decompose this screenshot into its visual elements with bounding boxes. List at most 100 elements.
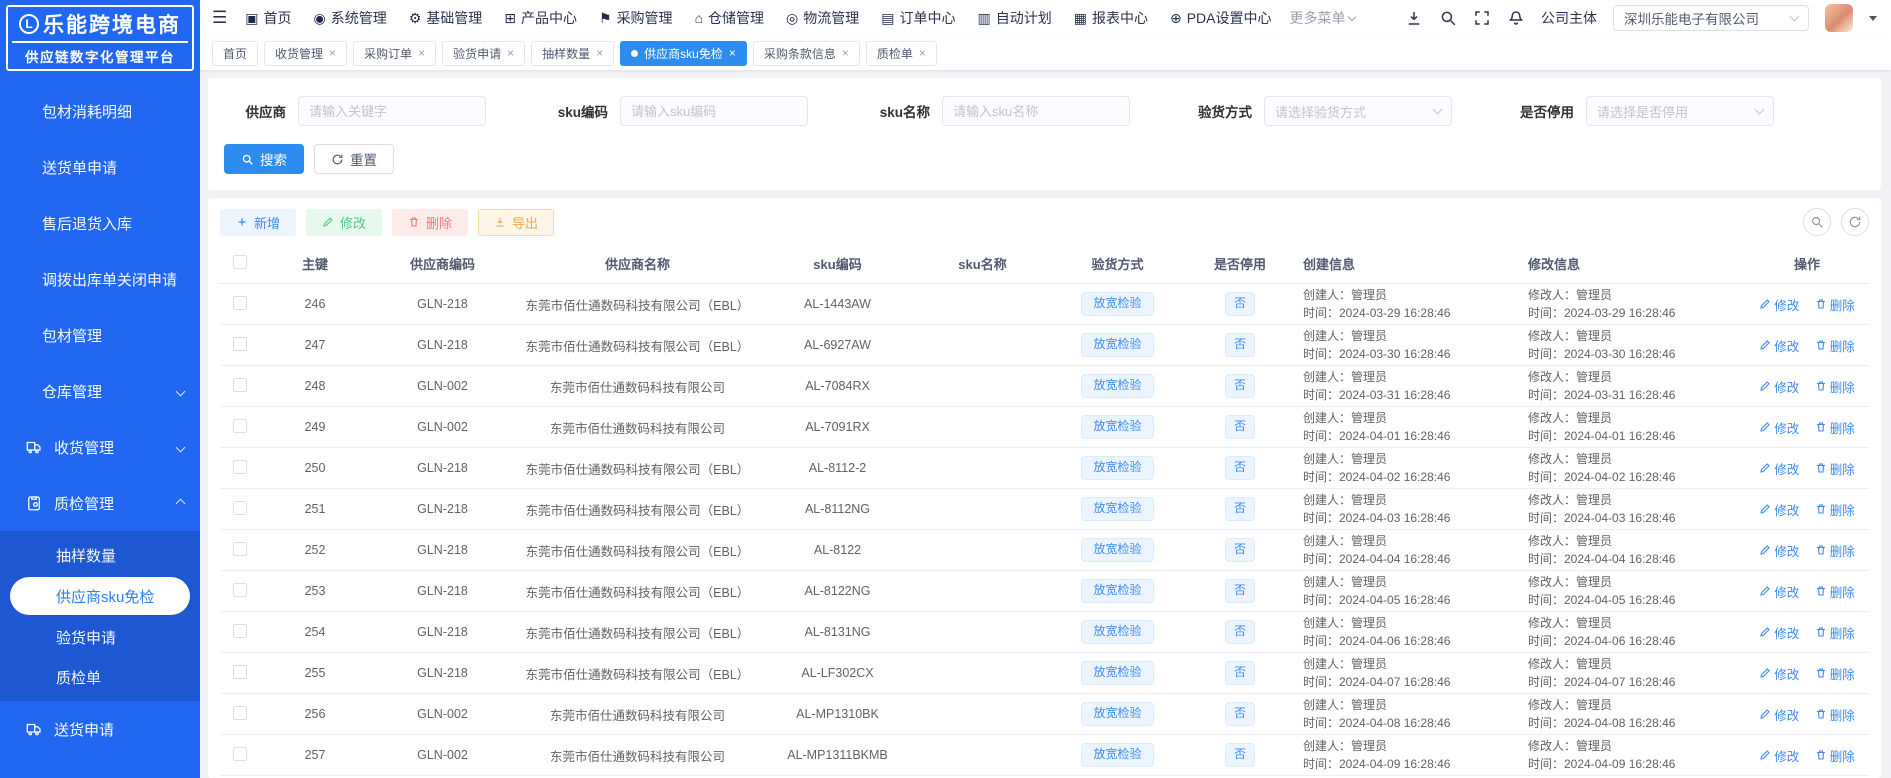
row-edit-link[interactable]: 修改	[1759, 377, 1799, 396]
row-delete-link[interactable]: 删除	[1815, 336, 1855, 355]
tab[interactable]: 收货管理 ×	[264, 40, 348, 66]
topbar-menu-item[interactable]: ⚑ 采购管理	[599, 8, 673, 28]
row-checkbox[interactable]	[233, 500, 247, 515]
row-checkbox[interactable]	[233, 295, 247, 310]
filter-input[interactable]	[298, 96, 486, 126]
download-icon[interactable]	[1405, 9, 1423, 27]
tab[interactable]: 抽样数量 ×	[531, 40, 615, 66]
search-icon[interactable]	[1439, 9, 1457, 27]
filter-input[interactable]	[620, 96, 808, 126]
row-checkbox[interactable]	[233, 459, 247, 474]
sidebar-item-收货管理[interactable]: 收货管理	[0, 419, 200, 475]
row-checkbox[interactable]	[233, 623, 247, 638]
bell-icon[interactable]	[1507, 9, 1525, 27]
refresh-table-button[interactable]	[1841, 208, 1869, 236]
sidebar-subitem-质检单[interactable]: 质检单	[0, 657, 200, 697]
topbar-menu-item[interactable]: ◉ 系统管理	[313, 8, 386, 28]
edit-button[interactable]: 修改	[306, 208, 383, 236]
sidebar-subitem-验货申请[interactable]: 验货申请	[0, 617, 200, 657]
topbar-menu-item[interactable]: ⚙ 基础管理	[409, 8, 483, 28]
topbar-menu-item[interactable]: ▣ 首页	[245, 8, 291, 28]
row-checkbox[interactable]	[233, 336, 247, 351]
row-checkbox[interactable]	[233, 541, 247, 556]
tab[interactable]: 首页	[212, 40, 259, 66]
row-edit-link[interactable]: 修改	[1759, 705, 1799, 724]
tab[interactable]: 采购条款信息 ×	[752, 40, 860, 66]
sidebar-item-上架管理[interactable]: 上架管理	[0, 757, 200, 778]
avatar[interactable]	[1825, 4, 1853, 32]
add-button[interactable]: 新增	[220, 208, 297, 236]
row-delete-link[interactable]: 删除	[1815, 541, 1855, 560]
row-edit-link[interactable]: 修改	[1759, 746, 1799, 765]
topbar-menu-item[interactable]: ▦ 报表中心	[1074, 8, 1148, 28]
row-checkbox[interactable]	[233, 664, 247, 679]
column-search-button[interactable]	[1803, 208, 1831, 236]
tab[interactable]: 质检单 ×	[865, 40, 937, 66]
row-edit-link[interactable]: 修改	[1759, 664, 1799, 683]
row-checkbox[interactable]	[233, 705, 247, 720]
row-edit-link[interactable]: 修改	[1759, 336, 1799, 355]
row-checkbox[interactable]	[233, 582, 247, 597]
row-edit-link[interactable]: 修改	[1759, 623, 1799, 642]
sidebar-item-质检管理[interactable]: 质检管理	[0, 475, 200, 531]
row-delete-link[interactable]: 删除	[1815, 623, 1855, 642]
row-delete-link[interactable]: 删除	[1815, 582, 1855, 601]
row-edit-link[interactable]: 修改	[1759, 500, 1799, 519]
reset-button[interactable]: 重置	[314, 144, 394, 174]
topbar-menu-item[interactable]: ◎ 物流管理	[786, 8, 859, 28]
sidebar-item-包材消耗明细[interactable]: 包材消耗明细	[0, 83, 200, 139]
row-checkbox[interactable]	[233, 418, 247, 433]
row-delete-link[interactable]: 删除	[1815, 295, 1855, 314]
tab-close-icon[interactable]: ×	[729, 47, 736, 59]
row-edit-link[interactable]: 修改	[1759, 418, 1799, 437]
search-button[interactable]: 搜索	[224, 144, 304, 174]
row-delete-link[interactable]: 删除	[1815, 377, 1855, 396]
filter-select[interactable]: 请选择验货方式	[1264, 96, 1452, 126]
sidebar-collapse-icon[interactable]: ☰	[212, 8, 227, 28]
sidebar-item-售后退货入库[interactable]: 售后退货入库	[0, 195, 200, 251]
tab-close-icon[interactable]: ×	[329, 47, 336, 59]
row-checkbox[interactable]	[233, 746, 247, 761]
tab[interactable]: 采购订单 ×	[353, 40, 437, 66]
row-delete-link[interactable]: 删除	[1815, 459, 1855, 478]
export-button[interactable]: 导出	[478, 208, 555, 236]
sidebar-subitem-供应商sku免检[interactable]: 供应商sku免检	[10, 577, 190, 615]
sidebar-item-调拨出库单关闭申请[interactable]: 调拨出库单关闭申请	[0, 251, 200, 307]
row-edit-link[interactable]: 修改	[1759, 582, 1799, 601]
row-checkbox[interactable]	[233, 377, 247, 392]
avatar-caret-icon[interactable]	[1869, 15, 1877, 21]
tab-close-icon[interactable]: ×	[919, 47, 926, 59]
topbar-menu-item[interactable]: ▥ 自动计划	[977, 8, 1051, 28]
sidebar-item-仓库管理[interactable]: 仓库管理	[0, 363, 200, 419]
sidebar-subitem-抽样数量[interactable]: 抽样数量	[0, 535, 200, 575]
tab-close-icon[interactable]: ×	[507, 47, 514, 59]
topbar-menu-item[interactable]: ⊞ 产品中心	[504, 8, 577, 28]
sidebar-item-送货单申请[interactable]: 送货单申请	[0, 139, 200, 195]
tab[interactable]: 验货申请 ×	[442, 40, 526, 66]
row-delete-link[interactable]: 删除	[1815, 500, 1855, 519]
sidebar-item-包材管理[interactable]: 包材管理	[0, 307, 200, 363]
topbar-menu-item[interactable]: ▤ 订单中心	[881, 8, 955, 28]
topbar-menu-item[interactable]: ⊕ PDA设置中心	[1170, 8, 1272, 28]
filter-select[interactable]: 请选择是否停用	[1586, 96, 1774, 126]
row-edit-link[interactable]: 修改	[1759, 295, 1799, 314]
tab-close-icon[interactable]: ×	[418, 47, 425, 59]
tab-close-icon[interactable]: ×	[596, 47, 603, 59]
filter-input[interactable]	[942, 96, 1130, 126]
row-delete-link[interactable]: 删除	[1815, 664, 1855, 683]
tab[interactable]: 供应商sku免检 ×	[620, 40, 747, 66]
row-delete-link[interactable]: 删除	[1815, 705, 1855, 724]
row-edit-link[interactable]: 修改	[1759, 541, 1799, 560]
row-delete-link[interactable]: 删除	[1815, 418, 1855, 437]
select-all-checkbox[interactable]	[233, 255, 247, 269]
tab-close-icon[interactable]: ×	[842, 47, 849, 59]
row-edit-link[interactable]: 修改	[1759, 459, 1799, 478]
topbar-menu-item[interactable]: ⌂ 仓储管理	[695, 8, 764, 28]
sidebar-item-label: 包材消耗明细	[42, 103, 133, 121]
company-select[interactable]: 深圳乐能电子有限公司	[1613, 5, 1809, 31]
delete-button[interactable]: 删除	[392, 208, 469, 236]
fullscreen-icon[interactable]	[1473, 9, 1491, 27]
row-delete-link[interactable]: 删除	[1815, 746, 1855, 765]
sidebar-item-送货申请[interactable]: 送货申请	[0, 701, 200, 757]
more-menu-dropdown[interactable]: 更多菜单	[1289, 8, 1357, 28]
